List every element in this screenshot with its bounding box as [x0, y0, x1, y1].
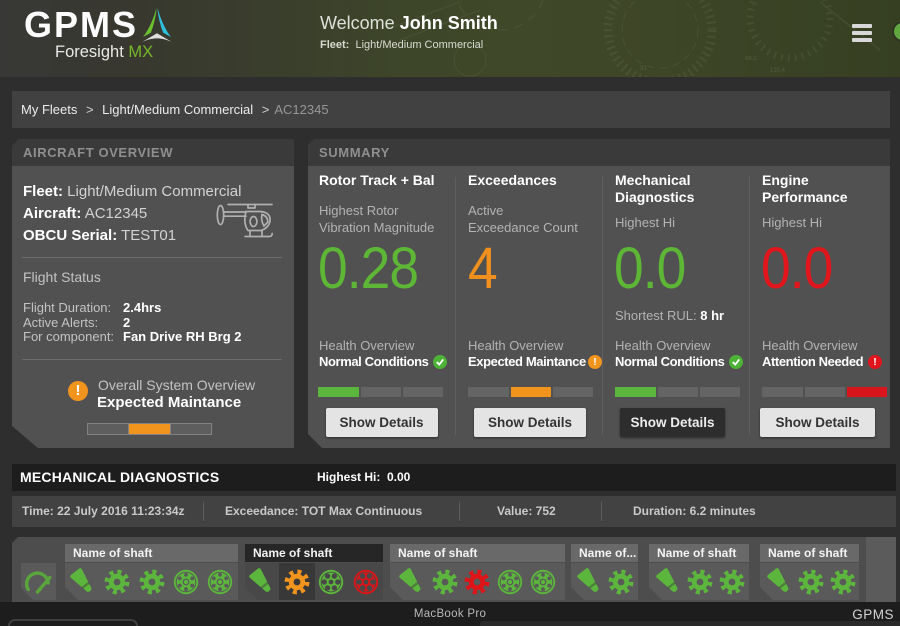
svg-text:31: 31 [640, 66, 647, 72]
svg-text:120.4: 120.4 [770, 68, 786, 74]
svg-text:88.1: 88.1 [745, 56, 757, 62]
